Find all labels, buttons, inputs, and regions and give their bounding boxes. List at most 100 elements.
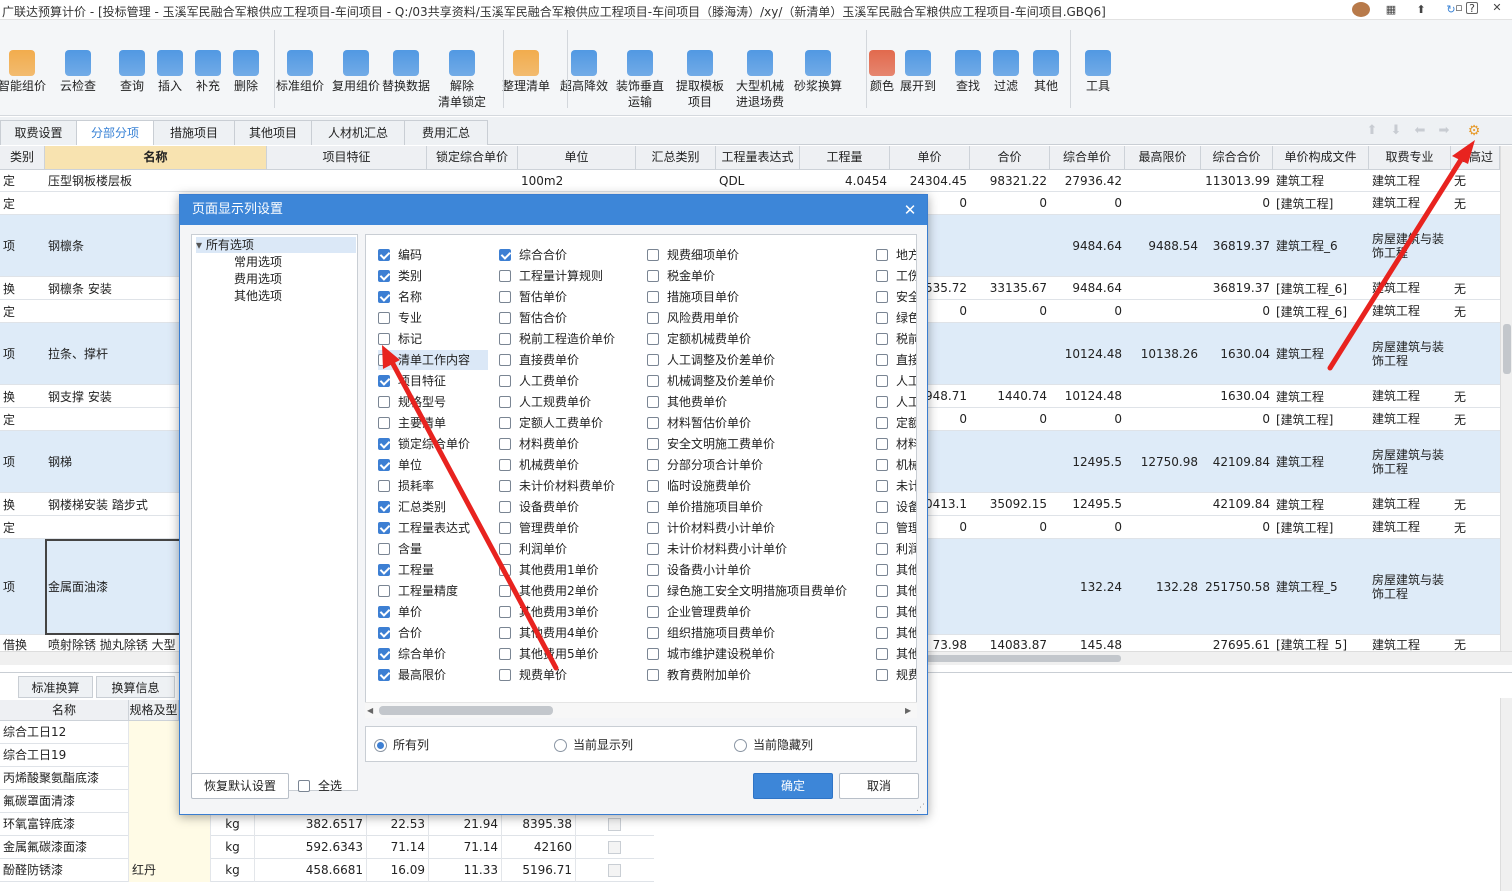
- table-cell[interactable]: 项: [0, 323, 45, 384]
- checkbox-box[interactable]: [499, 291, 511, 303]
- column-header[interactable]: 汇总类别: [636, 146, 716, 170]
- checkbox-box[interactable]: [378, 480, 390, 492]
- table-cell[interactable]: 14083.87: [970, 635, 1050, 652]
- ok-button[interactable]: 确定: [753, 773, 833, 799]
- column-header[interactable]: 单价: [890, 146, 970, 170]
- ribbon-button[interactable]: 提取模板 项目: [670, 50, 730, 110]
- table-cell[interactable]: 无: [1451, 300, 1500, 322]
- table-cell[interactable]: 12750.98: [1125, 431, 1201, 492]
- detail-cell[interactable]: 458.6681: [255, 859, 367, 882]
- checkbox-box[interactable]: [499, 627, 511, 639]
- table-cell[interactable]: 无: [1451, 493, 1500, 515]
- checkbox-box[interactable]: [499, 354, 511, 366]
- radio-dot[interactable]: [734, 739, 747, 752]
- checkbox-box[interactable]: [378, 375, 390, 387]
- table-cell[interactable]: 0: [970, 300, 1050, 322]
- detail-row[interactable]: 环氧富锌底漆 kg 382.6517 22.53 21.94 8395.38: [0, 813, 654, 836]
- checkbox-box[interactable]: [647, 417, 659, 429]
- table-cell[interactable]: [1125, 170, 1201, 191]
- table-cell[interactable]: 12495.5: [1050, 493, 1125, 515]
- detail-cell[interactable]: 综合工日12: [0, 721, 129, 744]
- checkbox-box[interactable]: [499, 396, 511, 408]
- detail-cell[interactable]: 42160: [502, 836, 576, 859]
- table-cell[interactable]: 42109.84: [1201, 431, 1273, 492]
- table-cell[interactable]: 建筑工程: [1273, 431, 1369, 492]
- upload-icon[interactable]: ⬆: [1414, 2, 1428, 18]
- move-left-icon[interactable]: ⬅: [1412, 124, 1428, 138]
- hscroll-thumb[interactable]: [926, 655, 1121, 662]
- table-cell[interactable]: 9488.54: [1125, 215, 1201, 276]
- radio-dot[interactable]: [374, 739, 387, 752]
- checkbox-box[interactable]: [499, 543, 511, 555]
- checkbox-box[interactable]: [378, 270, 390, 282]
- table-cell[interactable]: 建筑工程: [1369, 516, 1451, 538]
- table-cell[interactable]: [1451, 539, 1500, 634]
- table-cell[interactable]: [1125, 493, 1201, 515]
- table-cell[interactable]: 33135.67: [970, 277, 1050, 299]
- detail-cell[interactable]: 红丹: [129, 859, 211, 882]
- column-header[interactable]: 最高过: [1451, 146, 1500, 170]
- tree-node[interactable]: 常用选项: [234, 254, 282, 270]
- checkbox-box[interactable]: [647, 270, 659, 282]
- checkbox-box[interactable]: [876, 543, 888, 555]
- checkbox-box[interactable]: [378, 627, 390, 639]
- table-cell[interactable]: [970, 431, 1050, 492]
- avatar[interactable]: [1352, 2, 1370, 17]
- table-cell[interactable]: [1125, 516, 1201, 538]
- checkbox-box[interactable]: [499, 270, 511, 282]
- detail-cell[interactable]: [129, 836, 211, 859]
- ribbon-button[interactable]: 大型机械 进退场费: [730, 50, 790, 110]
- column-header[interactable]: 类别: [0, 146, 45, 170]
- checkbox-box[interactable]: [876, 291, 888, 303]
- table-cell[interactable]: 4.0454: [800, 170, 890, 191]
- table-cell[interactable]: 0: [970, 516, 1050, 538]
- detail-cell[interactable]: 8395.38: [502, 813, 576, 836]
- restore-icon[interactable]: ▫: [1452, 0, 1466, 16]
- grid-vertical-scrollbar[interactable]: [1500, 146, 1512, 651]
- table-cell[interactable]: 251750.58: [1201, 539, 1273, 634]
- tab-5[interactable]: 费用汇总: [404, 120, 488, 145]
- close-window-icon[interactable]: ✕: [1490, 0, 1504, 16]
- table-cell[interactable]: [建筑工程_6]: [1273, 300, 1369, 322]
- checkbox-box[interactable]: [647, 480, 659, 492]
- collapse-arrow-icon[interactable]: ▾: [196, 238, 206, 252]
- tab-1[interactable]: 分部分项: [76, 120, 154, 145]
- table-cell[interactable]: [970, 323, 1050, 384]
- checkbox-box[interactable]: [499, 648, 511, 660]
- table-cell[interactable]: 145.48: [1050, 635, 1125, 652]
- table-cell[interactable]: 35092.15: [970, 493, 1050, 515]
- detail-column-header[interactable]: 规格及型: [129, 700, 179, 721]
- checkbox-box[interactable]: [499, 312, 511, 324]
- table-cell[interactable]: 无: [1451, 277, 1500, 299]
- checkbox-box[interactable]: [876, 501, 888, 513]
- table-cell[interactable]: 换: [0, 385, 45, 407]
- checkbox-box[interactable]: [876, 606, 888, 618]
- ribbon-button[interactable]: 装饰垂直 运输: [610, 50, 670, 110]
- table-cell[interactable]: 建筑工程_6: [1273, 215, 1369, 276]
- table-cell[interactable]: [1451, 323, 1500, 384]
- checkbox-box[interactable]: [876, 333, 888, 345]
- table-cell[interactable]: 定: [0, 516, 45, 538]
- table-cell[interactable]: 36819.37: [1201, 277, 1273, 299]
- table-cell[interactable]: [建筑工程_5]: [1273, 635, 1369, 651]
- checkbox-box[interactable]: [647, 669, 659, 681]
- detail-cell[interactable]: kg: [211, 813, 255, 836]
- table-cell[interactable]: [建筑工程]: [1273, 192, 1369, 214]
- table-cell[interactable]: 定: [0, 408, 45, 430]
- checkbox-box[interactable]: [647, 312, 659, 324]
- table-cell[interactable]: 0: [1050, 192, 1125, 214]
- checkbox-box[interactable]: [378, 396, 390, 408]
- column-header[interactable]: 项目特征: [267, 146, 427, 170]
- tab-2[interactable]: 措施项目: [153, 120, 235, 145]
- move-down-icon[interactable]: ⬇: [1388, 124, 1404, 138]
- table-cell[interactable]: 10138.26: [1125, 323, 1201, 384]
- checkbox-box[interactable]: [378, 333, 390, 345]
- table-cell[interactable]: 建筑工程: [1369, 635, 1451, 652]
- table-cell[interactable]: 建筑工程: [1369, 277, 1451, 299]
- column-header[interactable]: 工程量: [800, 146, 890, 170]
- table-cell[interactable]: 9484.64: [1050, 277, 1125, 299]
- checkbox-box[interactable]: [499, 249, 511, 261]
- checkbox-box[interactable]: [378, 354, 390, 366]
- tab-3[interactable]: 其他项目: [234, 120, 312, 145]
- column-header[interactable]: 锁定综合单价: [427, 146, 518, 170]
